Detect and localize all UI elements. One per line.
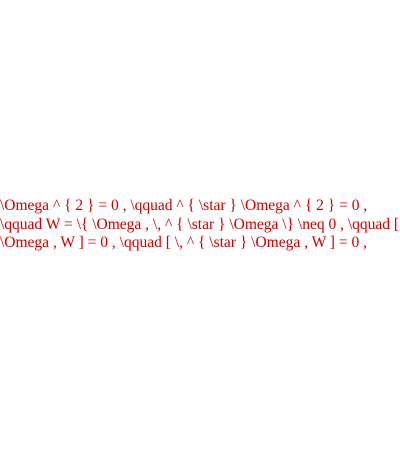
latex-source-text: \Omega ^ { 2 } = 0 , \qquad ^ { \star } … — [0, 197, 400, 251]
